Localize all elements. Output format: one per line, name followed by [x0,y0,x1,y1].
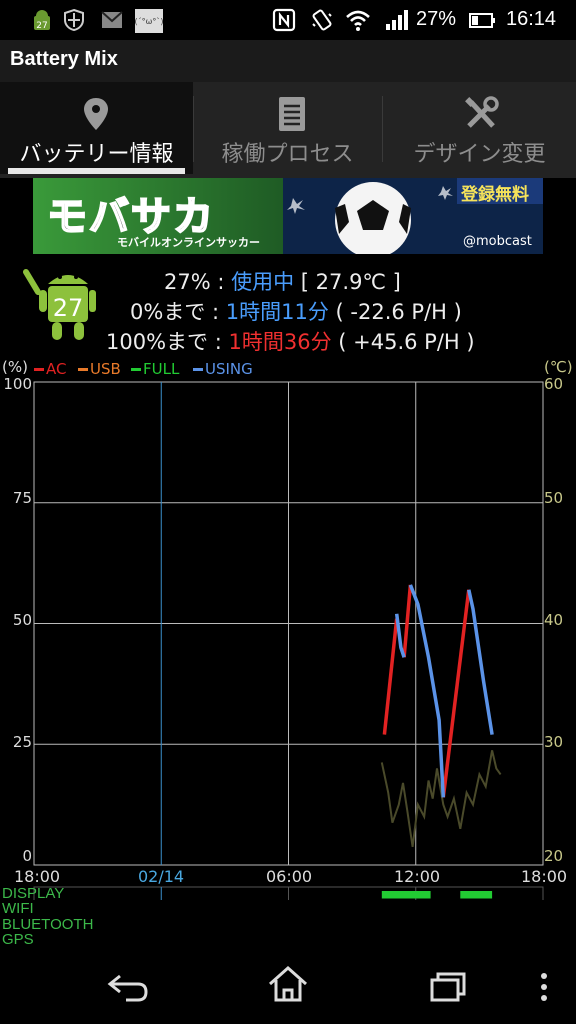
navigation-bar [0,948,576,1024]
lane-active-bar [460,891,493,899]
x-tick-label: 18:00 [521,867,568,886]
mail-notification-icon [100,8,124,32]
battery-icon [468,8,496,32]
signal-icon [384,8,408,32]
svg-text:(´°ω°`): (´°ω°`) [135,16,164,26]
series-ac-segment [402,584,413,658]
x-tick-label-date: 02/14 [138,867,185,886]
banner-ad[interactable]: モバサカ モバイルオンラインサッカー 登録無料 @mobcast [33,178,543,254]
y2-tick-label: 30 [544,733,564,751]
tools-icon [461,94,501,134]
lane-label-wifi: WIFI [2,900,34,917]
y2-tick-label: 40 [544,611,564,629]
time-to-full-line: 100%まで : 1時間36分 ( +45.6 P/H ) [106,330,475,354]
tab-battery-info[interactable]: バッテリー情報 [0,82,193,174]
tab-label: 稼働プロセス [221,142,354,167]
x-tick-label: 06:00 [266,867,313,886]
overflow-menu-icon[interactable] [538,972,550,1002]
banner-badge: 登録無料 [461,185,529,205]
lane-label-gps: GPS [2,931,34,948]
vibrate-icon [310,8,334,32]
lane-active-bar [381,891,431,899]
y-tick-label: 50 [12,611,32,629]
shield-icon [62,8,86,32]
face-notification-icon: (´°ω°`) [134,8,164,34]
y-tick-label: 0 [22,847,32,865]
back-icon[interactable] [106,970,150,1004]
battery-percent-text: 27% [416,8,457,30]
time-to-empty-line: 0%まで : 1時間11分 ( -22.6 P/H ) [130,300,462,324]
svg-text:27: 27 [53,294,84,322]
series-using-segment [394,613,406,658]
banner-brand: @mobcast [463,234,532,249]
series-using-segment [467,589,494,735]
y2-tick-label: 20 [544,847,564,865]
battery-mix-notification-icon: 27 [30,8,54,32]
active-tab-indicator [8,168,185,174]
nfc-icon [272,8,296,32]
series-ac-segment [441,589,471,798]
svg-text:27: 27 [36,21,47,31]
tab-processes[interactable]: 稼働プロセス [194,82,381,174]
y-tick-label: 100 [3,375,32,393]
location-pin-icon [76,94,116,134]
tab-bar: バッテリー情報 稼働プロセス デザイン変更 [0,82,576,178]
y-tick-label: 25 [12,733,32,751]
battery-status-line: 27% : 使用中 [ 27.9℃ ] [164,270,401,294]
clock-text: 16:14 [506,8,557,30]
android-battery-icon: 27 [22,266,96,350]
y-tick-label: 75 [12,489,32,507]
title-bar: Battery Mix [0,40,576,83]
wifi-icon [345,8,370,32]
series-ac-segment [382,618,399,735]
banner-subtitle: モバイルオンラインサッカー [117,236,260,249]
list-document-icon [272,94,312,134]
recents-icon[interactable] [428,968,468,1004]
app-title: Battery Mix [10,48,118,70]
battery-history-chart [33,381,544,900]
home-icon[interactable] [266,964,310,1004]
y2-tick-label: 60 [544,375,564,393]
x-tick-label: 18:00 [14,867,61,886]
tab-label: デザイン変更 [413,142,546,167]
tab-label: バッテリー情報 [19,142,174,167]
status-bar: 27 (´°ω°`) 27% 16:14 [0,0,576,40]
y2-tick-label: 50 [544,489,564,507]
x-tick-label: 12:00 [394,867,441,886]
tab-design-change[interactable]: デザイン変更 [383,82,576,174]
